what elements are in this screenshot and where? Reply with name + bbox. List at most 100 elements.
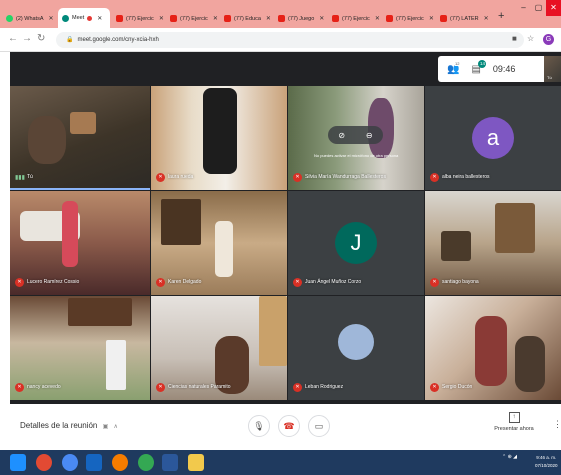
tab-youtube[interactable]: (77) Ejercic ✕ <box>382 9 434 28</box>
file-explorer-icon[interactable] <box>188 454 204 471</box>
close-icon[interactable]: ✕ <box>429 15 434 22</box>
participant-name: Sergio Ducón <box>442 384 473 390</box>
youtube-icon <box>116 15 123 22</box>
captions-icon: ▣ <box>102 424 109 430</box>
tab-label: (77) Ejercic <box>396 15 424 22</box>
participant-tile[interactable]: ✕ Karen Delgado <box>151 191 287 295</box>
tab-youtube[interactable]: (77) LATER ✕ <box>436 9 490 28</box>
tab-youtube[interactable]: (77) Educa ✕ <box>220 9 272 28</box>
tile-controls-overlay: ⊘ ⊖ <box>328 126 383 144</box>
remove-participant-icon[interactable]: ⊖ <box>366 131 373 140</box>
meeting-details-button[interactable]: Detalles de la reunión ▣ ∧ <box>20 421 118 430</box>
end-call-button[interactable]: ☎ <box>278 415 300 437</box>
tab-youtube[interactable]: (77) Ejercic ✕ <box>166 9 218 28</box>
mic-muted-icon: ✕ <box>430 383 439 392</box>
mic-muted-icon: ✕ <box>156 383 165 392</box>
tab-label: (77) Ejercic <box>342 15 370 22</box>
url-text: meet.google.com/cny-xcia-hxh <box>77 37 159 43</box>
participant-tile[interactable]: ▮▮▮ Tú <box>10 86 150 190</box>
participants-icon[interactable]: 👥 12 <box>447 60 460 75</box>
windows-taskbar: ⌃ ⊕ ◢ 9:46 a. m. 07/10/2020 <box>0 450 561 475</box>
avatar: a <box>472 117 514 159</box>
tab-whatsapp[interactable]: (2) WhatsA ✕ <box>2 9 57 28</box>
meeting-time: 09:46 <box>492 64 516 74</box>
system-tray[interactable]: ⌃ ⊕ ◢ <box>502 454 517 460</box>
profile-avatar[interactable]: G <box>543 34 554 45</box>
tab-youtube[interactable]: (77) Ejercic ✕ <box>328 9 380 28</box>
recording-dot-icon <box>87 15 93 21</box>
participant-tile[interactable]: ✕ santiago bayona <box>425 191 561 295</box>
taskbar-date: 07/10/2020 <box>535 463 558 468</box>
close-icon[interactable]: ✕ <box>213 15 218 22</box>
tab-label: (77) Educa <box>234 15 261 22</box>
meet-icon <box>62 14 69 22</box>
taskbar-time: 9:46 a. m. <box>536 455 557 460</box>
new-tab-button[interactable]: + <box>498 10 504 22</box>
participant-tile[interactable]: ✕ Sergio Ducón <box>425 296 561 400</box>
word-icon[interactable] <box>162 454 178 471</box>
chat-badge: 14 <box>478 59 487 68</box>
close-icon[interactable]: ✕ <box>49 15 54 22</box>
tab-label: (77) Juego <box>288 15 315 22</box>
meeting-info-widget: 👥 12 ▤ 14 09:46 <box>438 56 544 82</box>
more-options-icon[interactable]: ⋮ <box>553 419 561 430</box>
participant-tile[interactable]: ✕ Lucero Ramírez Cossio <box>10 191 150 295</box>
mic-muted-icon: ✕ <box>15 383 24 392</box>
bookmark-star-icon[interactable]: ☆ <box>527 34 534 43</box>
mute-participant-icon[interactable]: ⊘ <box>338 131 345 140</box>
tab-youtube[interactable]: (77) Juego ✕ <box>274 9 326 28</box>
reload-icon[interactable]: ↻ <box>37 33 45 44</box>
app-icon[interactable] <box>62 454 78 471</box>
internet-explorer-icon[interactable] <box>86 454 102 471</box>
participant-tile[interactable]: a ✕ alba neira ballesteros <box>425 86 561 190</box>
browser-tab-bar: (2) WhatsA ✕ Meet ✕ (77) Ejercic ✕ (77) … <box>0 0 561 28</box>
end-call-icon: ☎ <box>283 421 295 431</box>
participants-count: 12 <box>455 60 460 66</box>
participant-tile[interactable]: ⊘ ⊖ No puedes activar el micrófono de ot… <box>288 86 424 190</box>
close-icon[interactable]: ✕ <box>319 15 324 22</box>
camera-indicator-icon[interactable]: ■ <box>512 34 517 43</box>
microphone-button[interactable]: 🎙 <box>248 415 270 437</box>
camera-button[interactable]: ▭ <box>308 415 330 437</box>
microphone-icon: 🎙 <box>253 421 265 431</box>
tab-label: Meet <box>72 15 85 21</box>
youtube-icon <box>224 15 231 22</box>
mic-muted-icon: ✕ <box>156 278 165 287</box>
forward-icon[interactable]: → <box>22 33 32 44</box>
youtube-icon <box>170 15 177 22</box>
participant-name: Juan Ángel Muñoz Corzo <box>305 279 362 285</box>
participant-name: santiago bayona <box>442 279 479 285</box>
participant-name: Tú <box>27 174 33 180</box>
participant-name: Lucero Ramírez Cossio <box>27 279 80 285</box>
url-field[interactable]: 🔒 meet.google.com/cny-xcia-hxh <box>56 32 524 48</box>
participant-tile[interactable]: ✕ laura rueda <box>151 86 287 190</box>
back-icon[interactable]: ← <box>8 33 18 44</box>
chat-icon[interactable]: ▤ 14 <box>471 59 487 75</box>
close-icon[interactable]: ✕ <box>484 15 489 22</box>
tab-meet[interactable]: Meet ✕ <box>58 8 110 28</box>
participant-name: nancy acevedo <box>27 384 61 390</box>
mic-muted-icon: ✕ <box>15 278 24 287</box>
minimize-icon[interactable]: – <box>516 0 531 16</box>
participant-tile[interactable]: ✕ Leban Rodriguez <box>288 296 424 400</box>
windows-start-icon[interactable] <box>10 454 26 471</box>
youtube-icon <box>440 15 447 22</box>
close-icon[interactable]: ✕ <box>97 15 102 22</box>
close-icon[interactable]: ✕ <box>266 15 271 22</box>
app-icon[interactable] <box>36 454 52 471</box>
taskbar-clock[interactable]: 9:46 a. m. 07/10/2020 <box>535 454 558 470</box>
window-close-icon[interactable]: ✕ <box>546 0 561 16</box>
present-now-button[interactable]: ↑ Presentar ahora <box>492 412 536 432</box>
participant-tile[interactable]: J ✕ Juan Ángel Muñoz Corzo <box>288 191 424 295</box>
self-view-thumbnail[interactable]: Tú <box>544 56 561 82</box>
tab-youtube[interactable]: (77) Ejercic ✕ <box>112 9 164 28</box>
participant-tile[interactable]: ✕ Ciencias naturales Paramito <box>151 296 287 400</box>
maximize-icon[interactable]: ▢ <box>531 0 546 16</box>
firefox-icon[interactable] <box>112 454 128 471</box>
close-icon[interactable]: ✕ <box>159 15 164 22</box>
participant-tile[interactable]: ✕ nancy acevedo <box>10 296 150 400</box>
chrome-icon[interactable] <box>138 454 154 471</box>
avatar-photo <box>338 324 374 360</box>
tab-label: (77) Ejercic <box>180 15 208 22</box>
close-icon[interactable]: ✕ <box>375 15 380 22</box>
